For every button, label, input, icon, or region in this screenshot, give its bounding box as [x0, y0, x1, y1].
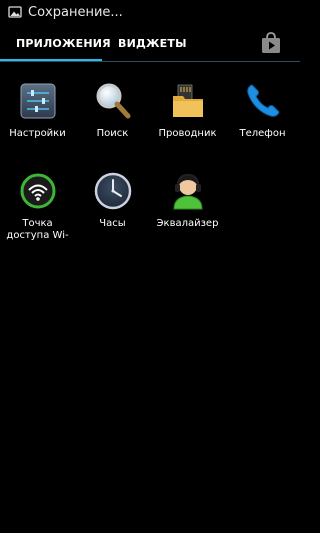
phone-icon — [246, 84, 280, 117]
image-icon — [8, 6, 22, 18]
wifi-hotspot-icon — [20, 173, 55, 209]
app-phone[interactable]: Телефон — [225, 81, 300, 140]
app-wifi-hotspot[interactable]: Точка доступа Wi- — [0, 171, 75, 242]
app-file-manager[interactable]: Проводник — [150, 81, 225, 140]
app-settings[interactable]: Настройки — [0, 81, 75, 140]
tab-divider — [0, 61, 300, 62]
app-label: Точка доступа Wi- — [6, 218, 69, 241]
app-label: Эквалайзер — [156, 218, 219, 229]
app-label: Проводник — [158, 128, 217, 139]
file-manager-icon — [172, 84, 203, 117]
app-clock[interactable]: Часы — [75, 171, 150, 230]
app-label: Настройки — [9, 128, 66, 139]
app-label: Телефон — [239, 128, 286, 139]
status-notification-text: Сохранение... — [28, 4, 123, 20]
status-bar: Сохранение... — [0, 0, 300, 24]
tab-apps[interactable]: ПРИЛОЖЕНИЯ — [16, 24, 111, 62]
tab-widgets[interactable]: ВИДЖЕТЫ — [118, 24, 187, 62]
settings-icon — [20, 83, 55, 119]
play-store-icon[interactable] — [258, 30, 284, 56]
search-icon — [96, 83, 130, 119]
app-equalizer[interactable]: Эквалайзер — [150, 171, 225, 230]
app-search[interactable]: Поиск — [75, 81, 150, 140]
equalizer-icon — [172, 173, 203, 210]
app-label: Поиск — [96, 128, 129, 139]
tab-bar: ПРИЛОЖЕНИЯ ВИДЖЕТЫ — [0, 24, 300, 62]
clock-icon — [94, 172, 131, 210]
app-label: Часы — [99, 218, 126, 229]
